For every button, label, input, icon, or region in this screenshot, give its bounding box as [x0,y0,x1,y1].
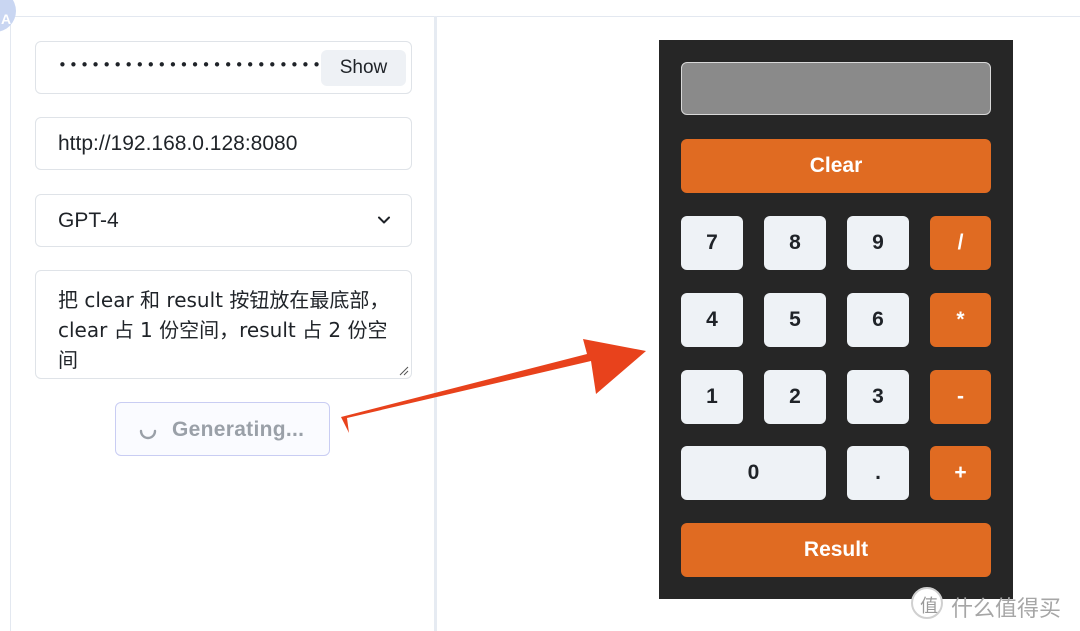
watermark: 值 什么值得买 [911,587,1071,622]
key-2-button[interactable]: 2 [764,370,826,424]
calculator-preview: Clear 7 8 9 / 4 5 6 * 1 2 3 - 0 . + Resu… [659,40,1013,599]
key-9-button[interactable]: 9 [847,216,909,270]
clear-button[interactable]: Clear [681,139,991,193]
multiply-button[interactable]: * [930,293,991,347]
watermark-logo-icon: 值 [911,587,943,619]
decimal-button[interactable]: . [847,446,909,500]
subtract-button[interactable]: - [930,370,991,424]
watermark-text: 什么值得买 [951,597,1062,622]
key-4-button[interactable]: 4 [681,293,743,347]
key-0-button[interactable]: 0 [681,446,826,500]
key-7-button[interactable]: 7 [681,216,743,270]
add-button[interactable]: + [930,446,991,500]
key-8-button[interactable]: 8 [764,216,826,270]
key-6-button[interactable]: 6 [847,293,909,347]
key-1-button[interactable]: 1 [681,370,743,424]
key-5-button[interactable]: 5 [764,293,826,347]
result-button[interactable]: Result [681,523,991,577]
divide-button[interactable]: / [930,216,991,270]
key-3-button[interactable]: 3 [847,370,909,424]
calculator-display[interactable] [681,62,991,115]
